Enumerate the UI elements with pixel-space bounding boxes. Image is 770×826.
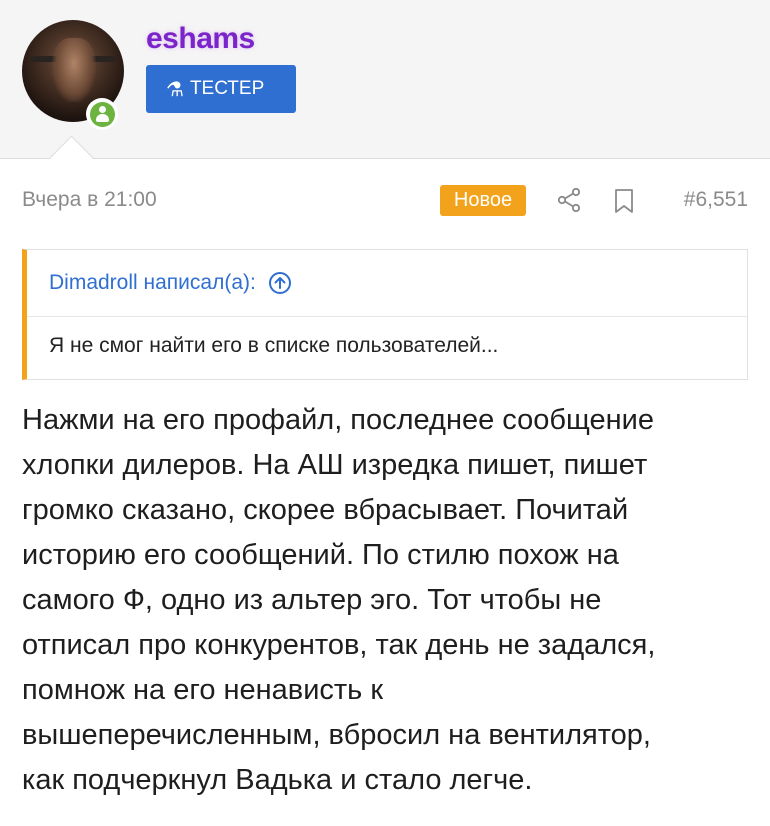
user-title-badge: ⚗ ТЕСТЕР [146,65,296,113]
new-badge: Новое [440,185,526,216]
post-header: eshams ⚗ ТЕСТЕР [0,0,770,180]
quote-text: Я не смог найти его в списке пользовател… [49,334,499,357]
avatar-figure [52,38,96,102]
bookmark-icon[interactable] [612,188,636,214]
quote-author[interactable]: Dimadroll написал(а): [49,271,256,295]
header-caret [49,135,94,180]
username[interactable]: eshams [146,22,255,56]
online-status-indicator [86,98,118,130]
badge-label: ТЕСТЕР [189,78,265,99]
arrow-up-circle-icon[interactable] [268,271,292,295]
share-icon[interactable] [556,187,582,213]
post-number-link[interactable]: #6,551 [684,188,748,212]
flask-icon: ⚗ [166,78,184,101]
online-user-icon [89,101,115,127]
quote-block: Dimadroll написал(а): Я не смог найти ег… [22,249,748,380]
post-meta: Вчера в 21:00 Новое #6,551 [22,185,748,217]
quote-header[interactable]: Dimadroll написал(а): [27,250,747,317]
message-body: Нажми на его профайл, последнее сообщени… [22,404,656,796]
post-date[interactable]: Вчера в 21:00 [22,188,157,212]
